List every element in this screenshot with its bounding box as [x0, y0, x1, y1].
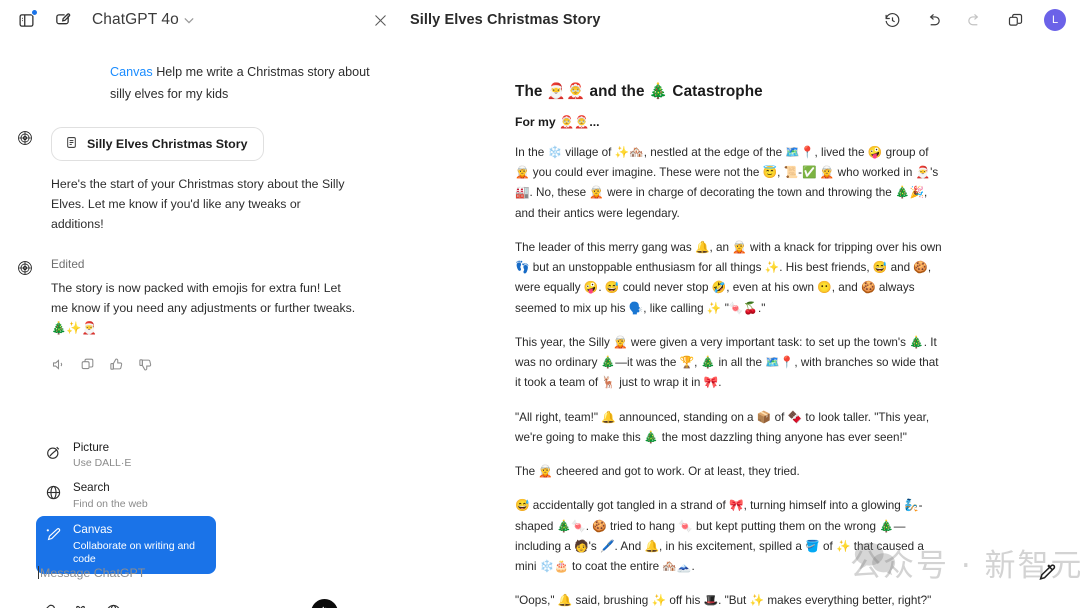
copy-icon[interactable]	[80, 357, 95, 372]
document-paragraph: In the ❄️ village of ✨🏘️, nestled at the…	[515, 146, 939, 220]
menu-item-picture-subtitle: Use DALL·E	[73, 457, 132, 470]
menu-item-picture[interactable]: Picture Use DALL·E	[36, 436, 214, 476]
globe-icon	[45, 484, 63, 502]
document-paragraph: The 🧝 cheered and got to work. Or at lea…	[515, 465, 800, 479]
thumbs-down-icon[interactable]	[138, 357, 153, 372]
chat-pane: Canvas Help me write a Christmas story a…	[0, 40, 420, 608]
voice-waveform-icon	[317, 603, 332, 608]
canvas-document-chip-label: Silly Elves Christmas Story	[87, 137, 248, 152]
model-name-label: ChatGPT 4o	[92, 11, 179, 28]
assistant-text-1: Here's the start of your Christmas story…	[51, 177, 345, 232]
message-input-placeholder: Message ChatGPT	[40, 566, 146, 580]
user-message: Canvas Help me write a Christmas story a…	[110, 62, 388, 105]
assistant-text-2: The story is now packed with emojis for …	[51, 281, 356, 335]
avatar[interactable]: L	[1044, 9, 1066, 31]
menu-item-search-title: Search	[73, 481, 110, 495]
notification-dot	[31, 9, 38, 16]
model-selector[interactable]: ChatGPT 4o	[92, 11, 194, 29]
text-caret	[38, 566, 39, 579]
canvas-header: Silly Elves Christmas Story	[368, 0, 600, 40]
history-icon[interactable]	[880, 8, 904, 32]
document-paragraph: This year, the Silly 🧝 were given a very…	[515, 335, 939, 390]
document-paragraph: The leader of this merry gang was 🔔, an …	[515, 240, 942, 315]
assistant-body-2: Edited The story is now packed with emoj…	[51, 257, 356, 372]
canvas-pencil-icon	[45, 526, 63, 544]
gift-icon[interactable]	[71, 602, 90, 608]
top-bar-right: L	[880, 0, 1066, 40]
copy-icon[interactable]	[1003, 8, 1027, 32]
chevron-down-icon	[184, 16, 194, 27]
new-chat-icon[interactable]	[50, 8, 74, 32]
menu-item-picture-title: Picture	[73, 441, 110, 454]
canvas-tag-label: Canvas	[110, 65, 153, 79]
read-aloud-icon[interactable]	[51, 357, 66, 372]
menu-item-picture-text: Picture Use DALL·E	[73, 441, 131, 471]
composer: Message ChatGPT	[38, 564, 368, 608]
assistant-body-1: Silly Elves Christmas Story Here's the s…	[51, 127, 351, 235]
document-subtitle: For my 🤶🤶...	[515, 115, 600, 129]
top-bar: ChatGPT 4o Silly Elves Christmas Story L	[0, 0, 1080, 40]
menu-item-canvas-text: Canvas Collaborate on writing and code	[73, 523, 207, 567]
message-actions	[51, 357, 356, 372]
globe-icon[interactable]	[104, 602, 123, 608]
voice-mode-button[interactable]	[311, 599, 338, 608]
page-title: Silly Elves Christmas Story	[410, 12, 601, 28]
undo-icon[interactable]	[921, 8, 945, 32]
menu-item-search-text: Search Find on the web	[73, 481, 148, 511]
edit-pencil-icon[interactable]	[1036, 562, 1058, 584]
tools-menu: Picture Use DALL·E Search Find on the we…	[36, 436, 216, 575]
attach-file-icon[interactable]	[38, 602, 57, 608]
sidebar-toggle-icon[interactable]	[14, 8, 38, 32]
canvas-document[interactable]: The 🎅🤶 and the 🎄 Catastrophe For my 🤶🤶..…	[460, 40, 1080, 608]
edited-label: Edited	[51, 257, 85, 272]
document-paragraph: "Oops," 🔔 said, brushing ✨ off his 🎩. "B…	[515, 594, 932, 608]
menu-item-search[interactable]: Search Find on the web	[36, 476, 214, 516]
picture-icon	[45, 444, 63, 462]
canvas-document-chip[interactable]: Silly Elves Christmas Story	[51, 127, 265, 162]
document-paragraph: 😅 accidentally got tangled in a strand o…	[515, 499, 924, 573]
thumbs-up-icon[interactable]	[109, 357, 124, 372]
close-icon[interactable]	[368, 8, 392, 32]
document-paragraph: "All right, team!" 🔔 announced, standing…	[515, 410, 930, 444]
assistant-message-1: Silly Elves Christmas Story Here's the s…	[0, 127, 420, 235]
chatgpt-canvas-window: ChatGPT 4o Silly Elves Christmas Story L…	[0, 0, 1080, 608]
menu-item-canvas-subtitle: Collaborate on writing and code	[73, 539, 195, 566]
document-title: The 🎅🤶 and the 🎄 Catastrophe	[515, 83, 763, 100]
message-input[interactable]: Message ChatGPT	[38, 564, 368, 582]
assistant-message-2: Edited The story is now packed with emoj…	[0, 257, 420, 372]
document-icon	[65, 136, 78, 152]
top-bar-left: ChatGPT 4o	[0, 8, 194, 32]
openai-logo-icon	[16, 259, 36, 279]
openai-logo-icon	[16, 129, 36, 149]
menu-item-canvas-title: Canvas	[73, 523, 113, 537]
menu-item-search-subtitle: Find on the web	[73, 497, 148, 510]
redo-icon[interactable]	[962, 8, 986, 32]
